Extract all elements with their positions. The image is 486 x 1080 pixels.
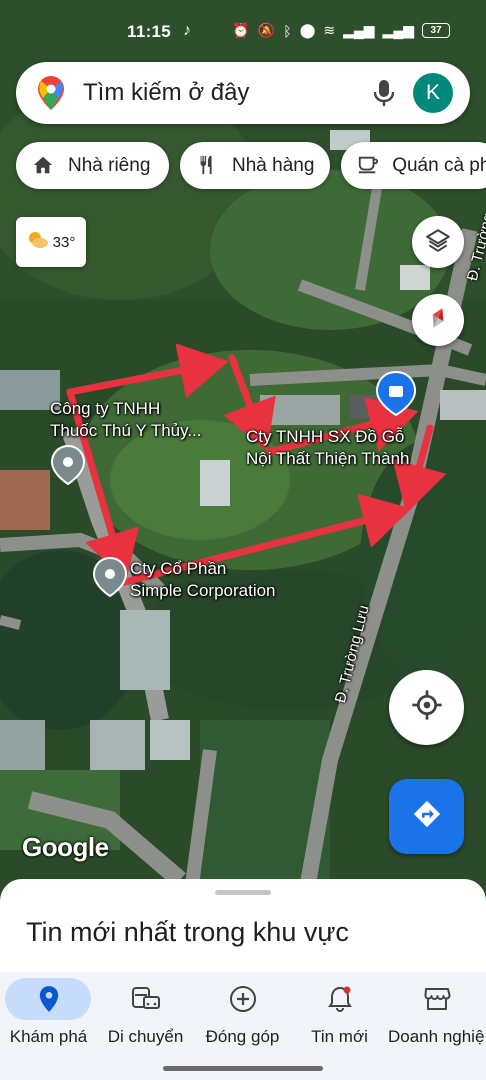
place-label-thuoc-thu-y[interactable]: Công ty TNHH Thuốc Thú Y Thủy... xyxy=(50,398,202,442)
nav-label: Doanh nghiệp xyxy=(388,1027,485,1046)
nav-business[interactable]: Doanh nghiệp xyxy=(388,972,485,1062)
nav-contribute[interactable]: Đóng góp xyxy=(194,972,291,1062)
battery-icon: 37 xyxy=(422,23,450,38)
place-label-line: Cty TNHH SX Đồ Gỗ xyxy=(246,427,405,446)
chip-restaurants[interactable]: Nhà hàng xyxy=(180,142,330,189)
place-label-line: Công ty TNHH xyxy=(50,399,161,418)
map-imagery xyxy=(0,0,486,900)
cafe-icon xyxy=(357,154,380,178)
chip-label: Nhà riêng xyxy=(68,154,151,176)
sheet-drag-handle[interactable] xyxy=(215,890,271,895)
directions-icon xyxy=(412,799,442,834)
search-input[interactable]: Tìm kiếm ở đây xyxy=(83,79,249,107)
compass-button[interactable] xyxy=(412,294,464,346)
status-time: 11:15 xyxy=(127,22,172,41)
compass-icon xyxy=(425,305,451,336)
nav-label: Tin mới xyxy=(311,1027,368,1046)
place-label-line: Nội Thất Thiện Thành xyxy=(246,449,410,468)
satellite-map[interactable]: Công ty TNHH Thuốc Thú Y Thủy... Cty TNH… xyxy=(0,0,486,900)
bottom-sheet[interactable]: Tin mới nhất trong khu vực xyxy=(0,879,486,972)
nav-explore[interactable]: Khám phá xyxy=(0,972,97,1062)
place-label-do-go-thien-thanh[interactable]: Cty TNHH SX Đồ Gỗ Nội Thất Thiện Thành xyxy=(246,426,410,470)
bluetooth-icon: ᛒ xyxy=(283,22,292,39)
sheet-title: Tin mới nhất trong khu vực xyxy=(26,917,349,947)
chip-home[interactable]: Nhà riêng xyxy=(16,142,169,189)
directions-button[interactable] xyxy=(389,779,464,854)
partly-cloudy-icon xyxy=(27,231,49,253)
avatar[interactable]: K xyxy=(413,73,453,113)
gesture-home-bar[interactable] xyxy=(163,1066,323,1071)
system-icons: ⏰ 🔕 ᛒ ⬤ ≋ ▂▄▆ ▂▄▆ 37 xyxy=(232,22,450,39)
nav-label: Khám phá xyxy=(9,1027,88,1046)
place-label-line: Thuốc Thú Y Thủy... xyxy=(50,421,202,440)
alarm-icon: ⏰ xyxy=(232,22,250,38)
nav-label: Đóng góp xyxy=(205,1027,280,1046)
chip-cafe[interactable]: Quán cà phê xyxy=(341,142,486,189)
google-maps-logo-icon xyxy=(38,76,64,115)
status-bar: 11:15 ♪ ⏰ 🔕 ᛒ ⬤ ≋ ▂▄▆ ▂▄▆ 37 xyxy=(0,0,486,62)
signal-icon: ▂▄▆ xyxy=(343,22,375,38)
commute-icon xyxy=(97,985,194,1013)
nav-updates[interactable]: Tin mới xyxy=(291,972,388,1062)
layers-icon xyxy=(425,227,451,258)
location-icon: ⬤ xyxy=(299,22,316,38)
wifi-icon: ≋ xyxy=(323,22,336,38)
restaurant-icon xyxy=(196,154,220,178)
weather-temperature: 33° xyxy=(52,233,76,251)
mute-icon: 🔕 xyxy=(257,22,276,38)
my-location-icon xyxy=(411,689,443,726)
chip-label: Nhà hàng xyxy=(232,154,315,176)
business-icon xyxy=(388,985,485,1013)
updates-bell-icon xyxy=(291,985,388,1013)
signal-icon: ▂▄▆ xyxy=(382,22,414,38)
place-label-line: Simple Corporation xyxy=(130,581,276,600)
weather-badge[interactable]: 33° xyxy=(16,217,86,267)
place-label-line: Cty Cổ Phần xyxy=(130,559,227,578)
layers-button[interactable] xyxy=(412,216,464,268)
contribute-icon xyxy=(194,985,291,1013)
google-attribution: Google xyxy=(22,832,109,862)
chip-label: Quán cà phê xyxy=(392,154,486,176)
nav-commute[interactable]: Di chuyển xyxy=(97,972,194,1062)
explore-pin-icon xyxy=(0,985,97,1013)
microphone-icon[interactable] xyxy=(372,78,396,113)
search-bar[interactable]: Tìm kiếm ở đây K xyxy=(16,62,470,124)
nav-label: Di chuyển xyxy=(107,1027,184,1046)
home-icon xyxy=(32,154,56,178)
place-label-simple-corporation[interactable]: Cty Cổ Phần Simple Corporation xyxy=(130,558,276,602)
tiktok-icon: ♪ xyxy=(183,22,191,39)
my-location-button[interactable] xyxy=(389,670,464,745)
bottom-navigation: Khám phá Di chuyển Đóng góp Tin mới Doan… xyxy=(0,972,486,1080)
